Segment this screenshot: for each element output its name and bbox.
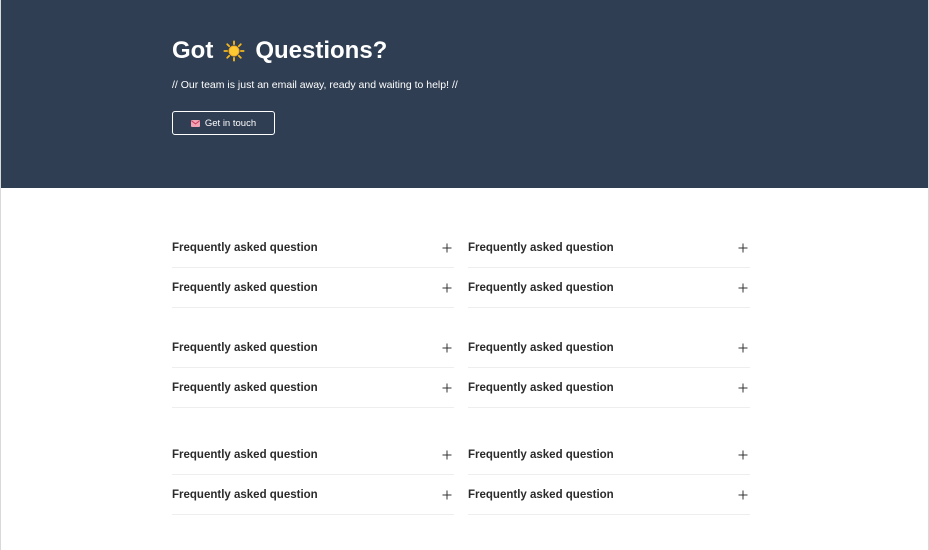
faq-item[interactable]: Frequently asked question (468, 368, 750, 408)
faq-item[interactable]: Frequently asked question (468, 435, 750, 475)
plus-icon[interactable] (738, 490, 748, 500)
hero-content: Got Questions? // Our team is just an em… (172, 36, 458, 135)
faq-question: Frequently asked question (172, 448, 318, 461)
plus-icon[interactable] (442, 283, 452, 293)
faq-question: Frequently asked question (468, 281, 614, 294)
faq-question: Frequently asked question (172, 381, 318, 394)
plus-icon[interactable] (738, 243, 748, 253)
faq-column-right: Frequently asked question Frequently ask… (468, 435, 750, 515)
plus-icon[interactable] (442, 490, 452, 500)
faq-item[interactable]: Frequently asked question (468, 228, 750, 268)
faq-question: Frequently asked question (172, 281, 318, 294)
get-in-touch-label: Get in touch (204, 117, 257, 129)
faq-item[interactable]: Frequently asked question (172, 268, 454, 308)
faq-group: Frequently asked question Frequently ask… (172, 435, 750, 515)
faq-column-left: Frequently asked question Frequently ask… (172, 328, 454, 408)
plus-icon[interactable] (442, 243, 452, 253)
hero-title-before: Got (172, 37, 214, 64)
faq-question: Frequently asked question (468, 341, 614, 354)
faq-section: Frequently asked question Frequently ask… (172, 228, 750, 515)
faq-item[interactable]: Frequently asked question (172, 435, 454, 475)
faq-column-right: Frequently asked question Frequently ask… (468, 328, 750, 408)
faq-question: Frequently asked question (468, 448, 614, 461)
faq-group: Frequently asked question Frequently ask… (172, 328, 750, 408)
faq-question: Frequently asked question (468, 241, 614, 254)
hero-title: Got Questions? (172, 36, 458, 66)
faq-item[interactable]: Frequently asked question (172, 328, 454, 368)
hero-subtitle: // Our team is just an email away, ready… (172, 79, 458, 91)
plus-icon[interactable] (738, 343, 748, 353)
faq-column-left: Frequently asked question Frequently ask… (172, 435, 454, 515)
faq-question: Frequently asked question (468, 381, 614, 394)
hero-title-after: Questions? (255, 37, 388, 64)
faq-question: Frequently asked question (172, 488, 318, 501)
faq-item[interactable]: Frequently asked question (172, 368, 454, 408)
faq-question: Frequently asked question (172, 341, 318, 354)
hero-section: Got Questions? // Our team is just an em… (1, 0, 928, 188)
faq-question: Frequently asked question (468, 488, 614, 501)
plus-icon[interactable] (442, 343, 452, 353)
get-in-touch-button[interactable]: Get in touch (172, 111, 275, 135)
faq-column-right: Frequently asked question Frequently ask… (468, 228, 750, 308)
plus-icon[interactable] (442, 383, 452, 393)
faq-group: Frequently asked question Frequently ask… (172, 228, 750, 308)
envelope-icon (190, 119, 200, 127)
faq-item[interactable]: Frequently asked question (468, 475, 750, 515)
plus-icon[interactable] (442, 450, 452, 460)
plus-icon[interactable] (738, 450, 748, 460)
faq-column-left: Frequently asked question Frequently ask… (172, 228, 454, 308)
faq-item[interactable]: Frequently asked question (468, 328, 750, 368)
faq-item[interactable]: Frequently asked question (172, 475, 454, 515)
faq-item[interactable]: Frequently asked question (468, 268, 750, 308)
faq-question: Frequently asked question (172, 241, 318, 254)
faq-item[interactable]: Frequently asked question (172, 228, 454, 268)
plus-icon[interactable] (738, 383, 748, 393)
sun-icon (223, 40, 245, 62)
plus-icon[interactable] (738, 283, 748, 293)
